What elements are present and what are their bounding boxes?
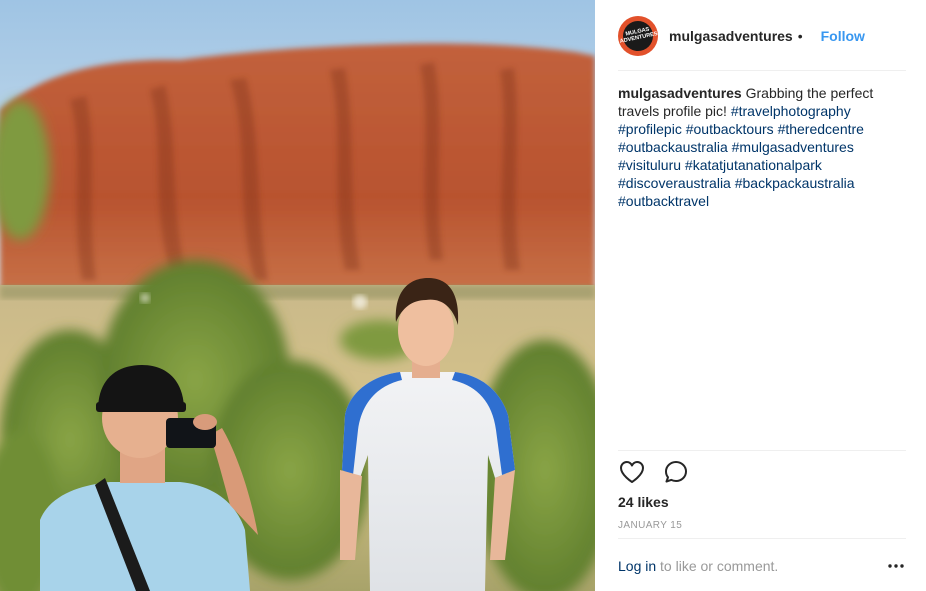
header-divider xyxy=(618,70,906,71)
post-date[interactable]: JANUARY 15 xyxy=(618,520,682,531)
post-caption: mulgasadventures Grabbing the perfect tr… xyxy=(618,84,908,210)
footer-divider xyxy=(618,538,906,539)
hashtag-link[interactable]: #outbacktravel xyxy=(618,193,709,209)
login-prompt: Log in to like or comment. xyxy=(618,558,778,574)
avatar-logo: MULGAS ADVENTURES xyxy=(619,20,658,51)
heart-icon[interactable] xyxy=(618,458,646,486)
avatar[interactable]: MULGAS ADVENTURES xyxy=(618,15,658,56)
post-sidebar: MULGAS ADVENTURES mulgasadventures • Fol… xyxy=(595,0,926,591)
hashtag-link[interactable]: #outbackaustralia xyxy=(618,139,728,155)
actions-divider xyxy=(618,450,906,451)
hashtag-link[interactable]: #discoveraustralia xyxy=(618,175,731,191)
comment-icon[interactable] xyxy=(662,458,690,486)
hashtag-link[interactable]: #profilepic xyxy=(618,121,682,137)
hashtag-link[interactable]: #katatjutanationalpark xyxy=(685,157,822,173)
login-suffix: to like or comment. xyxy=(660,558,779,574)
username-link[interactable]: mulgasadventures xyxy=(669,28,793,44)
instagram-post: MULGAS ADVENTURES mulgasadventures • Fol… xyxy=(0,0,926,591)
post-header: MULGAS ADVENTURES mulgasadventures • Fol… xyxy=(595,0,926,71)
caption-username-link[interactable]: mulgasadventures xyxy=(618,85,742,101)
hashtag-link[interactable]: #theredcentre xyxy=(778,121,864,137)
hashtag-link[interactable]: #mulgasadventures xyxy=(732,139,854,155)
header-separator: • xyxy=(797,27,803,44)
post-photo[interactable] xyxy=(0,0,595,591)
hashtag-link[interactable]: #travelphotography xyxy=(731,103,851,119)
more-options-icon[interactable] xyxy=(888,556,904,576)
login-link[interactable]: Log in xyxy=(618,558,656,574)
hashtag-link[interactable]: #visituluru xyxy=(618,157,681,173)
hashtag-link[interactable]: #outbacktours xyxy=(686,121,774,137)
follow-button[interactable]: Follow xyxy=(821,28,865,44)
hashtag-link[interactable]: #backpackaustralia xyxy=(735,175,855,191)
avatar-logo-text: MULGAS ADVENTURES xyxy=(618,26,658,45)
photo-image xyxy=(0,0,595,591)
post-actions xyxy=(618,458,690,486)
likes-count[interactable]: 24 likes xyxy=(618,494,669,510)
